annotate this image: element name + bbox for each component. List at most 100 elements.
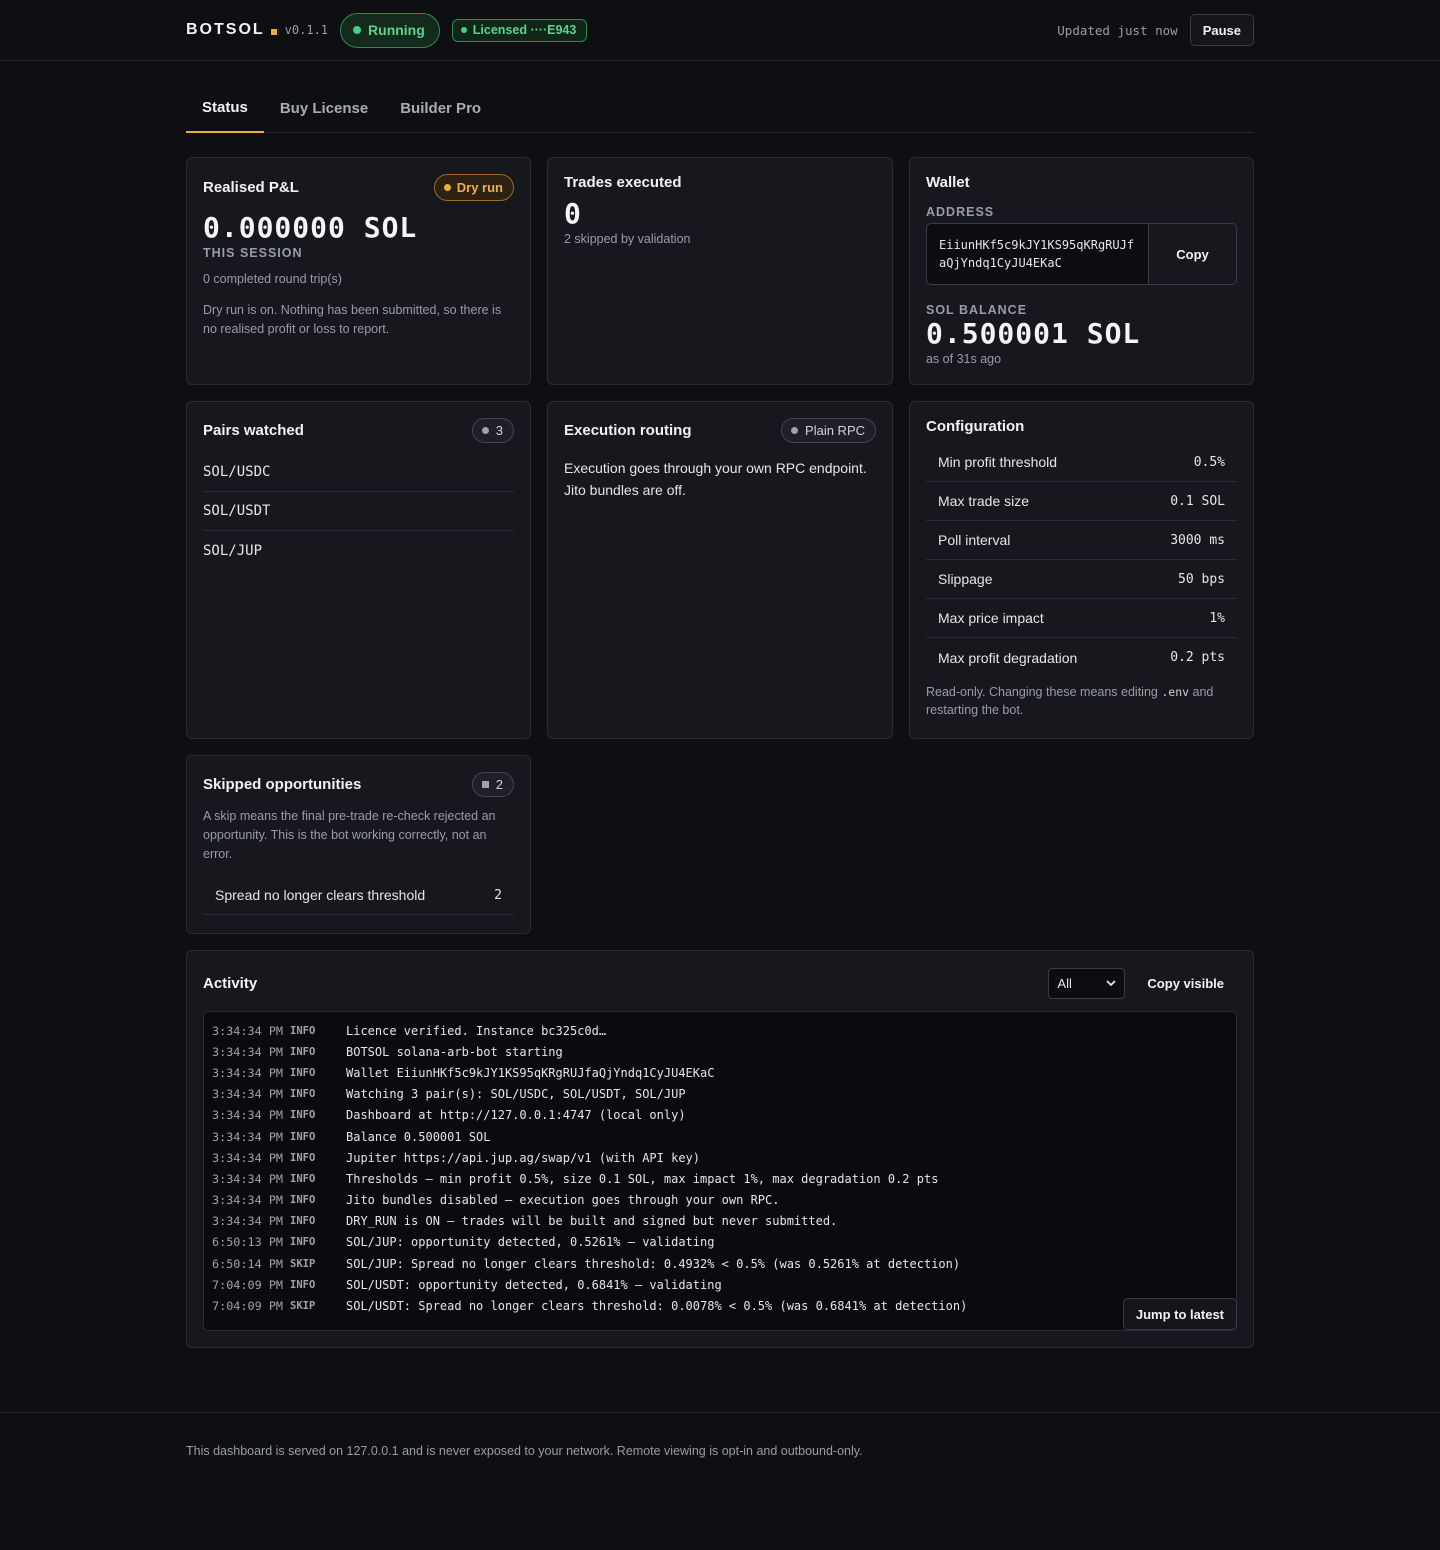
pairs-count: 3 (495, 423, 503, 438)
routing-dot-icon (791, 427, 799, 434)
brand-name: BOTSOL (186, 21, 265, 38)
trades-card: Trades executed 0 2 skipped by validatio… (547, 157, 893, 385)
log-time: 7:04:09 PM (212, 1299, 284, 1314)
log-level: INFO (290, 1109, 316, 1122)
log-level: INFO (290, 1278, 316, 1291)
pairs-list: SOL/USDC SOL/USDT SOL/JUP (203, 453, 514, 570)
config-row: Poll interval 3000 ms (926, 521, 1237, 560)
license-dot-icon (460, 27, 467, 33)
log-line: 3:34:34 PM INFO Watching 3 pair(s): SOL/US… (212, 1084, 1228, 1105)
trades-title: Trades executed (564, 174, 682, 191)
activity-log[interactable]: 3:34:34 PM INFO Licence verified. Instance… (203, 1011, 1237, 1331)
log-message: SOL/JUP: opportunity detected, 0.5261% —… (346, 1235, 715, 1250)
log-filter-value: All (1057, 975, 1072, 991)
log-message: Jito bundles disabled — execution goes t… (346, 1193, 780, 1208)
version-label: v0.1.1 (284, 23, 329, 37)
log-line: 7:04:09 PM SKIP SOL/USDT: Spread no longer… (212, 1295, 1228, 1316)
wallet-title: Wallet (926, 174, 970, 191)
pairs-card: Pairs watched 3 SOL/USDC SOL/USDT SOL/JU… (186, 401, 531, 739)
config-row: Max profit degradation 0.2 pts (926, 638, 1237, 677)
config-label: Min profit threshold (938, 454, 1058, 470)
log-level: INFO (290, 1172, 316, 1185)
log-filter-select[interactable]: All (1048, 967, 1126, 999)
config-label: Max trade size (938, 493, 1030, 509)
log-level: INFO (290, 1024, 316, 1037)
config-card: Configuration Min profit threshold 0.5% M… (909, 401, 1254, 739)
balance-value: 0.500001 SOL (926, 317, 1141, 350)
pause-button[interactable]: Pause (1189, 14, 1254, 46)
pnl-note: Dry run is on. Nothing has been submitte… (203, 303, 502, 336)
brand-square-icon (270, 29, 277, 35)
log-message: Jupiter https://api.jup.ag/swap/v1 (with… (346, 1150, 701, 1165)
config-value: 3000 ms (1170, 532, 1225, 548)
chevron-down-icon (1106, 979, 1117, 986)
copy-address-button[interactable]: Copy (1148, 224, 1236, 284)
log-line: 3:34:34 PM INFO Licence verified. Instance… (212, 1020, 1228, 1041)
updated-label: Updated just now (1057, 22, 1178, 38)
address-box: EiiunHKf5c9kJY1KS95qKRgRUJf aQjYndq1CyJU… (926, 223, 1237, 285)
pairs-title: Pairs watched (203, 422, 304, 439)
log-message: Watching 3 pair(s): SOL/USDC, SOL/USDT, … (346, 1087, 686, 1102)
log-message: SOL/JUP: Spread no longer clears thresho… (346, 1256, 961, 1271)
config-label: Poll interval (938, 532, 1011, 548)
routing-card: Execution routing Plain RPC Execution go… (547, 401, 893, 739)
log-line: 3:34:34 PM INFO Jito bundles disabled — ex… (212, 1190, 1228, 1211)
copy-visible-button[interactable]: Copy visible (1147, 976, 1224, 991)
log-time: 3:34:34 PM (212, 1023, 284, 1038)
config-row: Min profit threshold 0.5% (926, 443, 1237, 482)
dry-run-dot-icon (443, 184, 451, 191)
log-time: 3:34:34 PM (212, 1065, 284, 1080)
tab-buy-license[interactable]: Buy License (264, 87, 384, 133)
pairs-count-badge: 3 (471, 418, 514, 443)
config-note-text: Read-only. Changing these means editing (926, 685, 1162, 699)
log-time: 6:50:14 PM (212, 1256, 284, 1271)
log-time: 7:04:09 PM (212, 1277, 284, 1292)
wallet-address[interactable]: EiiunHKf5c9kJY1KS95qKRgRUJf aQjYndq1CyJU… (927, 224, 1148, 284)
license-badge: Licensed ····E943 (451, 18, 588, 42)
log-message: Wallet EiiunHKf5c9kJY1KS95qKRgRUJfaQjYnd… (346, 1065, 715, 1080)
log-time: 3:34:34 PM (212, 1044, 284, 1059)
routing-text: Execution goes through your own RPC endp… (564, 460, 867, 498)
routing-title: Execution routing (564, 422, 692, 439)
footer: This dashboard is served on 127.0.0.1 an… (0, 1412, 1440, 1550)
jump-to-latest-button[interactable]: Jump to latest (1122, 1298, 1237, 1330)
log-message: DRY_RUN is ON — trades will be built and… (346, 1214, 838, 1229)
log-line: 7:04:09 PM INFO SOL/USDT: opportunity dete… (212, 1274, 1228, 1295)
log-time: 3:34:34 PM (212, 1087, 284, 1102)
config-label: Max profit degradation (938, 649, 1078, 666)
log-message: Dashboard at http://127.0.0.1:4747 (loca… (346, 1108, 686, 1123)
config-title: Configuration (926, 418, 1025, 435)
log-message: Thresholds — min profit 0.5%, size 0.1 S… (346, 1171, 939, 1186)
config-value: 0.5% (1193, 454, 1225, 470)
tab-builder-pro[interactable]: Builder Pro (384, 87, 497, 133)
skipped-reason-count: 2 (494, 887, 502, 903)
top-bar: BOTSOL v0.1.1 Running Licensed ····E943 … (0, 0, 1440, 61)
balance-as-of: as of 31s ago (926, 352, 1002, 366)
log-time: 3:34:34 PM (212, 1150, 284, 1165)
activity-card: Activity All Copy visible 3:34:34 PM INFO… (186, 950, 1254, 1348)
pnl-title: Realised P&L (203, 179, 299, 196)
log-line: 6:50:13 PM INFO SOL/JUP: opportunity detec… (212, 1232, 1228, 1253)
footer-text: This dashboard is served on 127.0.0.1 an… (186, 1444, 863, 1458)
log-time: 3:34:34 PM (212, 1214, 284, 1229)
trades-value: 0 (564, 197, 582, 230)
config-value: 1% (1209, 610, 1225, 626)
log-level: INFO (290, 1066, 316, 1079)
trades-note: 2 skipped by validation (564, 232, 691, 246)
log-time: 3:34:34 PM (212, 1171, 284, 1186)
tab-status[interactable]: Status (186, 87, 264, 133)
log-line: 3:34:34 PM INFO BOTSOL solana-arb-bot star… (212, 1041, 1228, 1062)
log-message: BOTSOL solana-arb-bot starting (346, 1044, 563, 1059)
config-note: Read-only. Changing these means editing … (926, 683, 1237, 719)
log-level: INFO (290, 1215, 316, 1228)
log-time: 3:34:34 PM (212, 1108, 284, 1123)
log-line: 3:34:34 PM INFO Jupiter https://api.jup.ag… (212, 1147, 1228, 1168)
running-status-label: Running (368, 22, 425, 38)
log-level: SKIP (290, 1257, 316, 1270)
config-row: Slippage 50 bps (926, 560, 1237, 599)
log-line: 3:34:34 PM INFO DRY_RUN is ON — trades wil… (212, 1211, 1228, 1232)
log-line: 6:50:14 PM SKIP SOL/JUP: Spread no longer … (212, 1253, 1228, 1274)
pnl-card: Realised P&L Dry run 0.000000 SOL THIS S… (186, 157, 531, 385)
config-row: Max trade size 0.1 SOL (926, 482, 1237, 521)
config-value: 50 bps (1178, 571, 1225, 587)
